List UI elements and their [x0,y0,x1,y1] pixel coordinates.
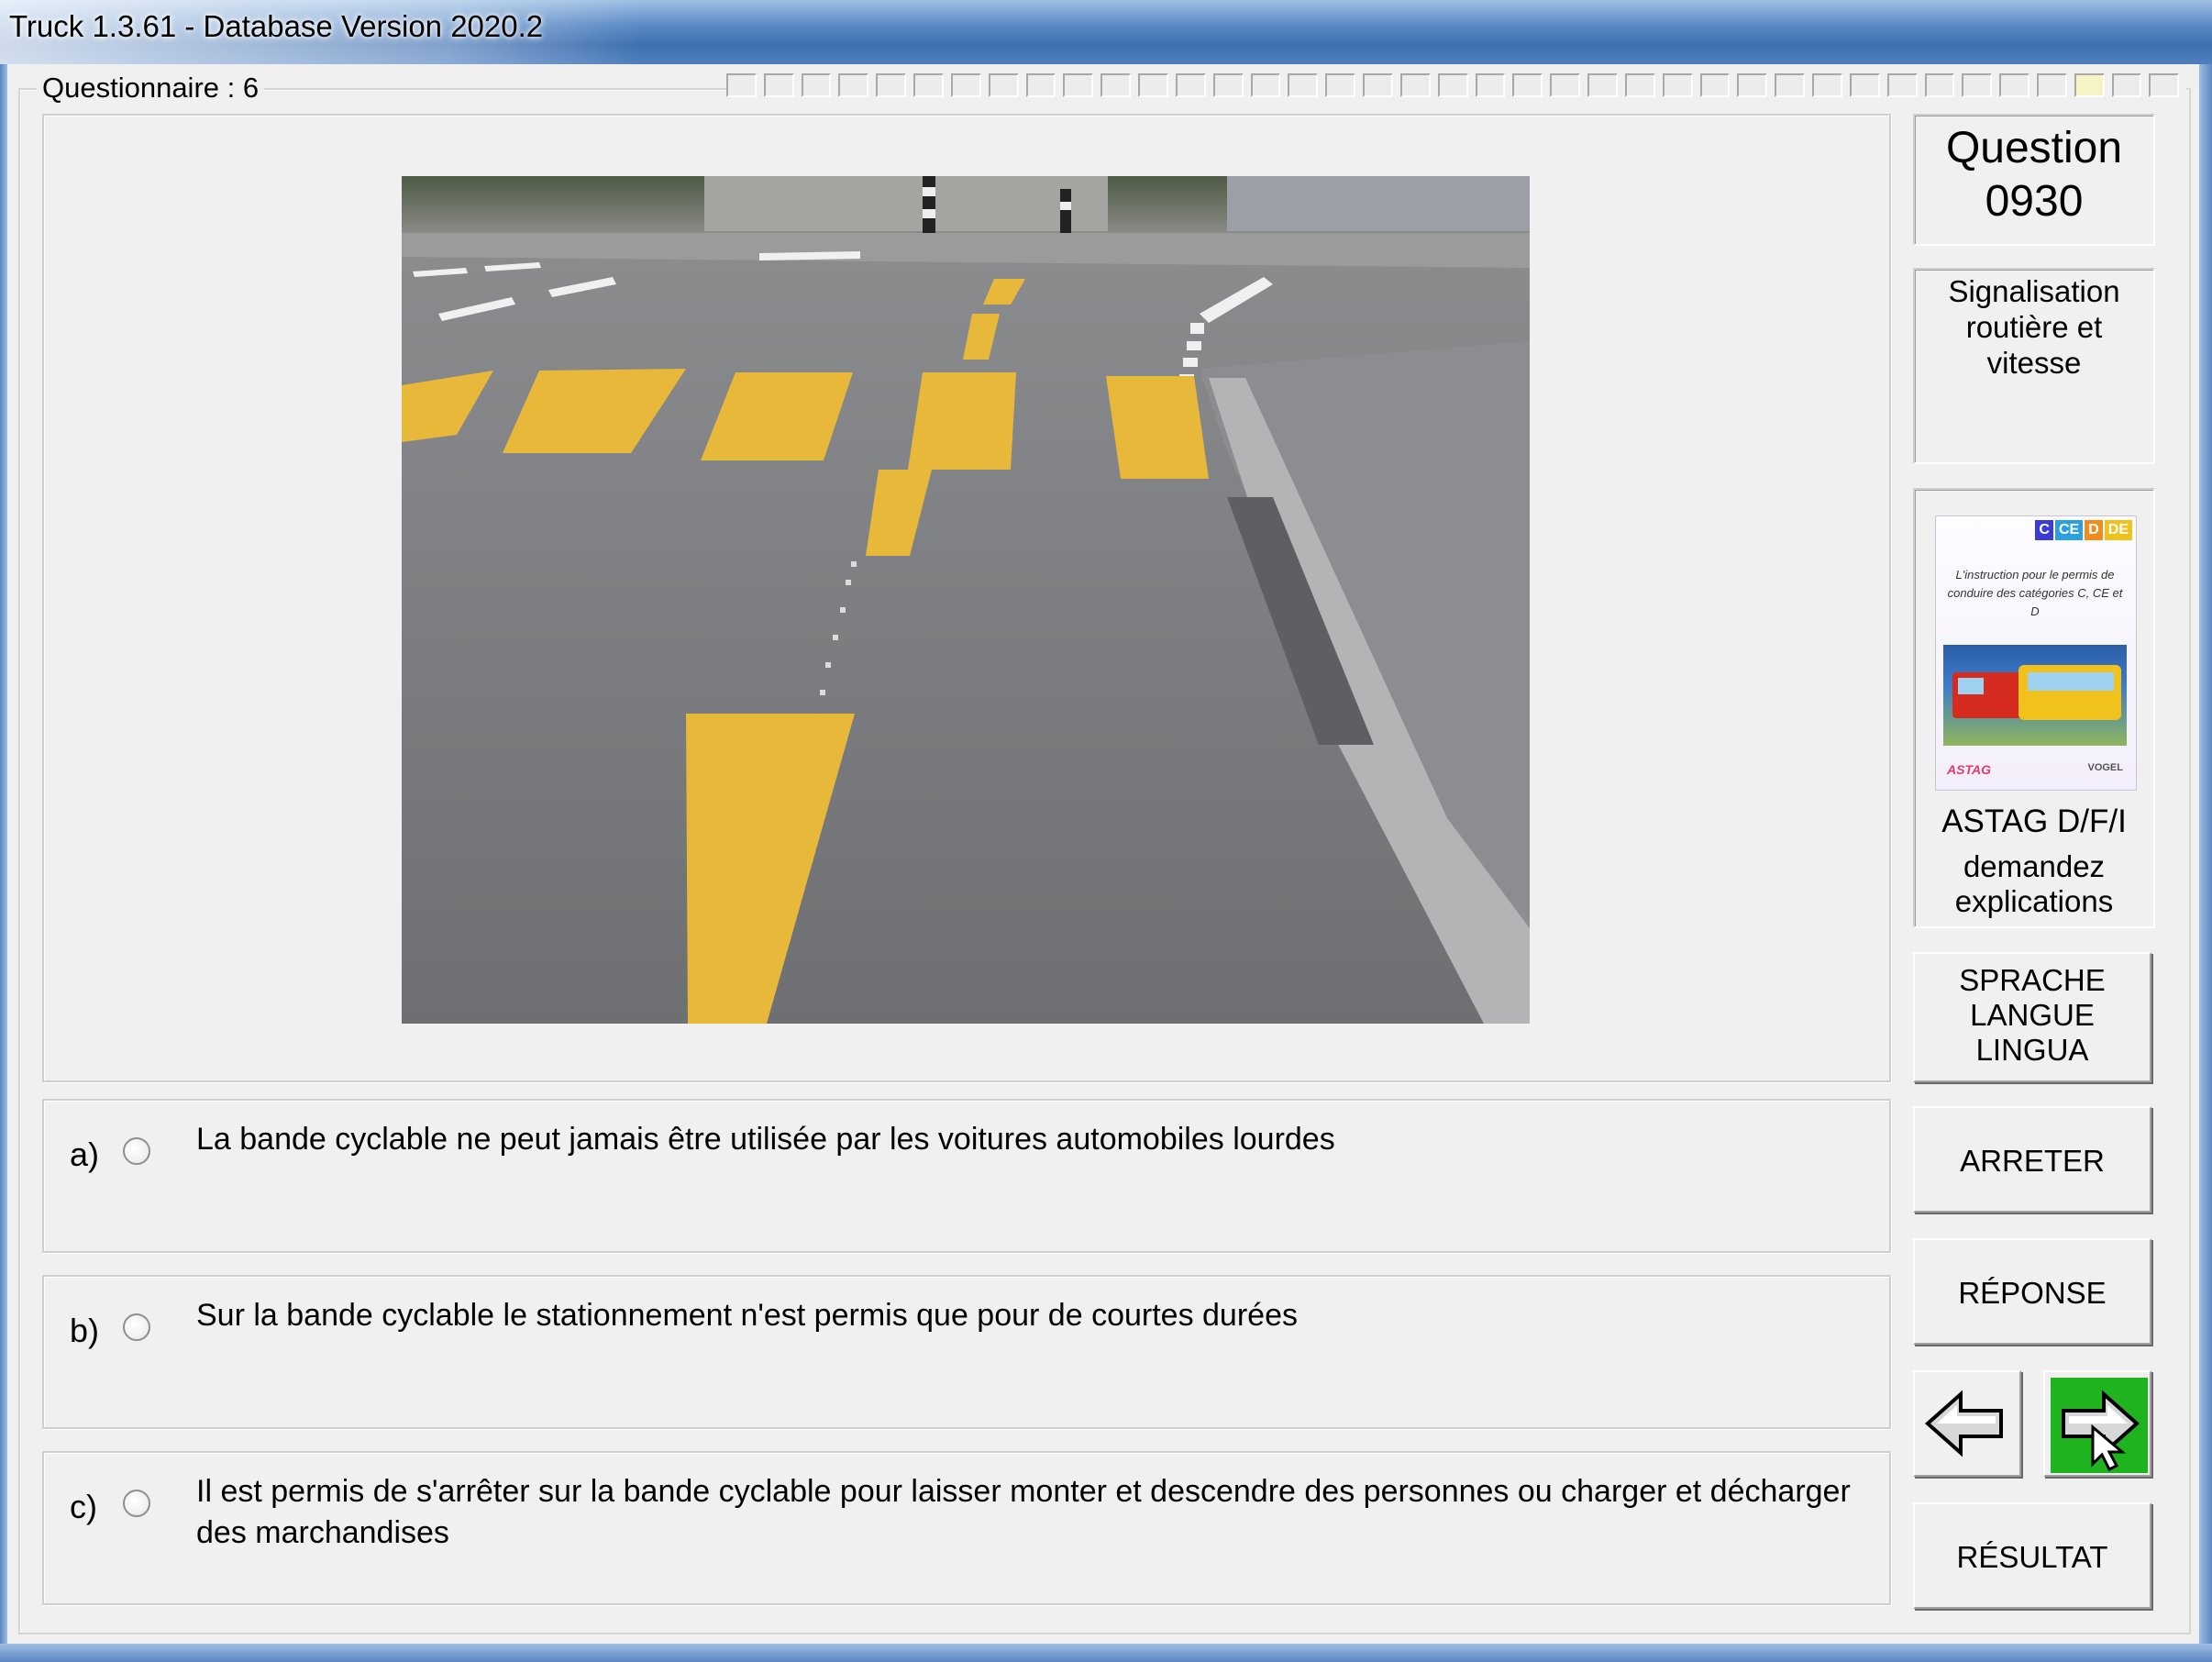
astag-logo: ASTAG [1947,762,1991,777]
road-photo-svg [402,176,1530,1024]
answer-button[interactable]: RÉPONSE [1913,1238,2151,1345]
progress-slot [1662,73,1693,97]
progress-slot [913,73,944,97]
progress-slot [1699,73,1731,97]
progress-slot [1849,73,1880,97]
category-box: Signalisation routière et vitesse [1913,268,2155,464]
book-caption: ASTAG D/F/I [1941,803,2127,839]
progress-slot [801,73,832,97]
answer-letter: a) [70,1136,100,1173]
progress-slot [1550,73,1581,97]
arrow-left-icon [1924,1390,2003,1457]
progress-slot [2074,73,2105,97]
progress-slot [1999,73,2030,97]
previous-button[interactable] [1913,1370,2021,1477]
progress-slot [1437,73,1468,97]
category-line2: routière et vitesse [1965,310,2103,380]
answer-letter: c) [70,1488,97,1525]
progress-slot [1063,73,1094,97]
vogel-logo: VOGEL [2087,762,2123,773]
window-frame-right [2199,64,2212,1662]
question-label: Question [1945,124,2123,172]
progress-slot [763,73,794,97]
progress-slot [1138,73,1168,97]
answer-radio[interactable] [123,1137,150,1165]
progress-slot [1363,73,1393,97]
progress-slot [2111,73,2142,97]
progress-slot [2149,73,2180,97]
category-line1: Signalisation [1948,274,2120,308]
progress-slot [1737,73,1768,97]
progress-slot [1886,73,1918,97]
answer-row-a[interactable]: a) La bande cyclable ne peut jamais être… [42,1099,1891,1253]
tag-c: C [2035,520,2053,540]
question-number-box: Question 0930 [1913,114,2155,246]
tag-ce: CE [2054,520,2084,540]
answer-text: Il est permis de s'arrêter sur la bande … [196,1474,1851,1550]
window-title: Truck 1.3.61 - Database Version 2020.2 [9,9,544,43]
arrow-right-icon [2062,1390,2140,1472]
progress-slot [876,73,907,97]
progress-slot [1100,73,1132,97]
language-line1: SPRACHE [1959,963,2106,997]
tag-d: D [2085,520,2103,540]
progress-slot [1624,73,1655,97]
bus-window [2028,672,2114,691]
progress-slot [1025,73,1056,97]
truck-window [1958,678,1984,694]
answer-row-b[interactable]: b) Sur la bande cyclable le stationnemen… [42,1275,1891,1429]
next-button[interactable] [2043,1370,2151,1477]
progress-indicator [726,73,2186,101]
window-frame-bottom [0,1644,2212,1662]
progress-slot [726,73,757,97]
progress-slot [1924,73,1955,97]
progress-slot [1962,73,1993,97]
progress-slot [1288,73,1319,97]
progress-slot [1399,73,1431,97]
window-frame-left [0,64,7,1662]
progress-slot [2036,73,2067,97]
progress-slot [838,73,869,97]
progress-slot [1475,73,1506,97]
book-cover-image: C CE D DE L'instruction pour le permis d… [1935,515,2137,791]
result-button[interactable]: RÉSULTAT [1913,1502,2151,1609]
answer-text: Sur la bande cyclable le stationnement n… [196,1298,1298,1333]
tag-de: DE [2104,520,2132,540]
explanation-link[interactable]: demandez explications [1915,849,2153,919]
answer-letter: b) [70,1312,100,1349]
language-line2: LANGUE [1970,998,2095,1032]
answer-text: La bande cyclable ne peut jamais être ut… [196,1122,1335,1157]
category-tags: C CE D DE [2035,520,2132,540]
explanation-line2: explications [1954,884,2114,918]
progress-slot [1250,73,1281,97]
progress-slot [1175,73,1206,97]
progress-slot [988,73,1019,97]
progress-slot [1212,73,1244,97]
answer-radio[interactable] [123,1490,150,1517]
explanation-line1: demandez [1963,849,2106,883]
book-explanation-box[interactable]: C CE D DE L'instruction pour le permis d… [1913,488,2155,928]
progress-slot [1325,73,1356,97]
stop-button[interactable]: ARRETER [1913,1106,2151,1213]
language-button[interactable]: SPRACHE LANGUE LINGUA [1913,952,2151,1082]
language-line3: LINGUA [1975,1033,2089,1067]
questionnaire-label: Questionnaire : 6 [37,72,265,105]
question-number: 0930 [1985,177,2084,226]
answer-row-c[interactable]: c) Il est permis de s'arrêter sur la ban… [42,1451,1891,1605]
progress-slot [1775,73,1806,97]
category-label: Signalisation routière et vitesse [1915,273,2153,381]
progress-slot [950,73,981,97]
progress-slot [1512,73,1543,97]
answer-radio[interactable] [123,1313,150,1341]
road-marking-photo [402,176,1530,1024]
book-cover-text: L'instruction pour le permis de conduire… [1947,568,2123,618]
progress-slot [1587,73,1618,97]
progress-slot [1812,73,1842,97]
title-bar[interactable]: Truck 1.3.61 - Database Version 2020.2 [0,0,2212,64]
